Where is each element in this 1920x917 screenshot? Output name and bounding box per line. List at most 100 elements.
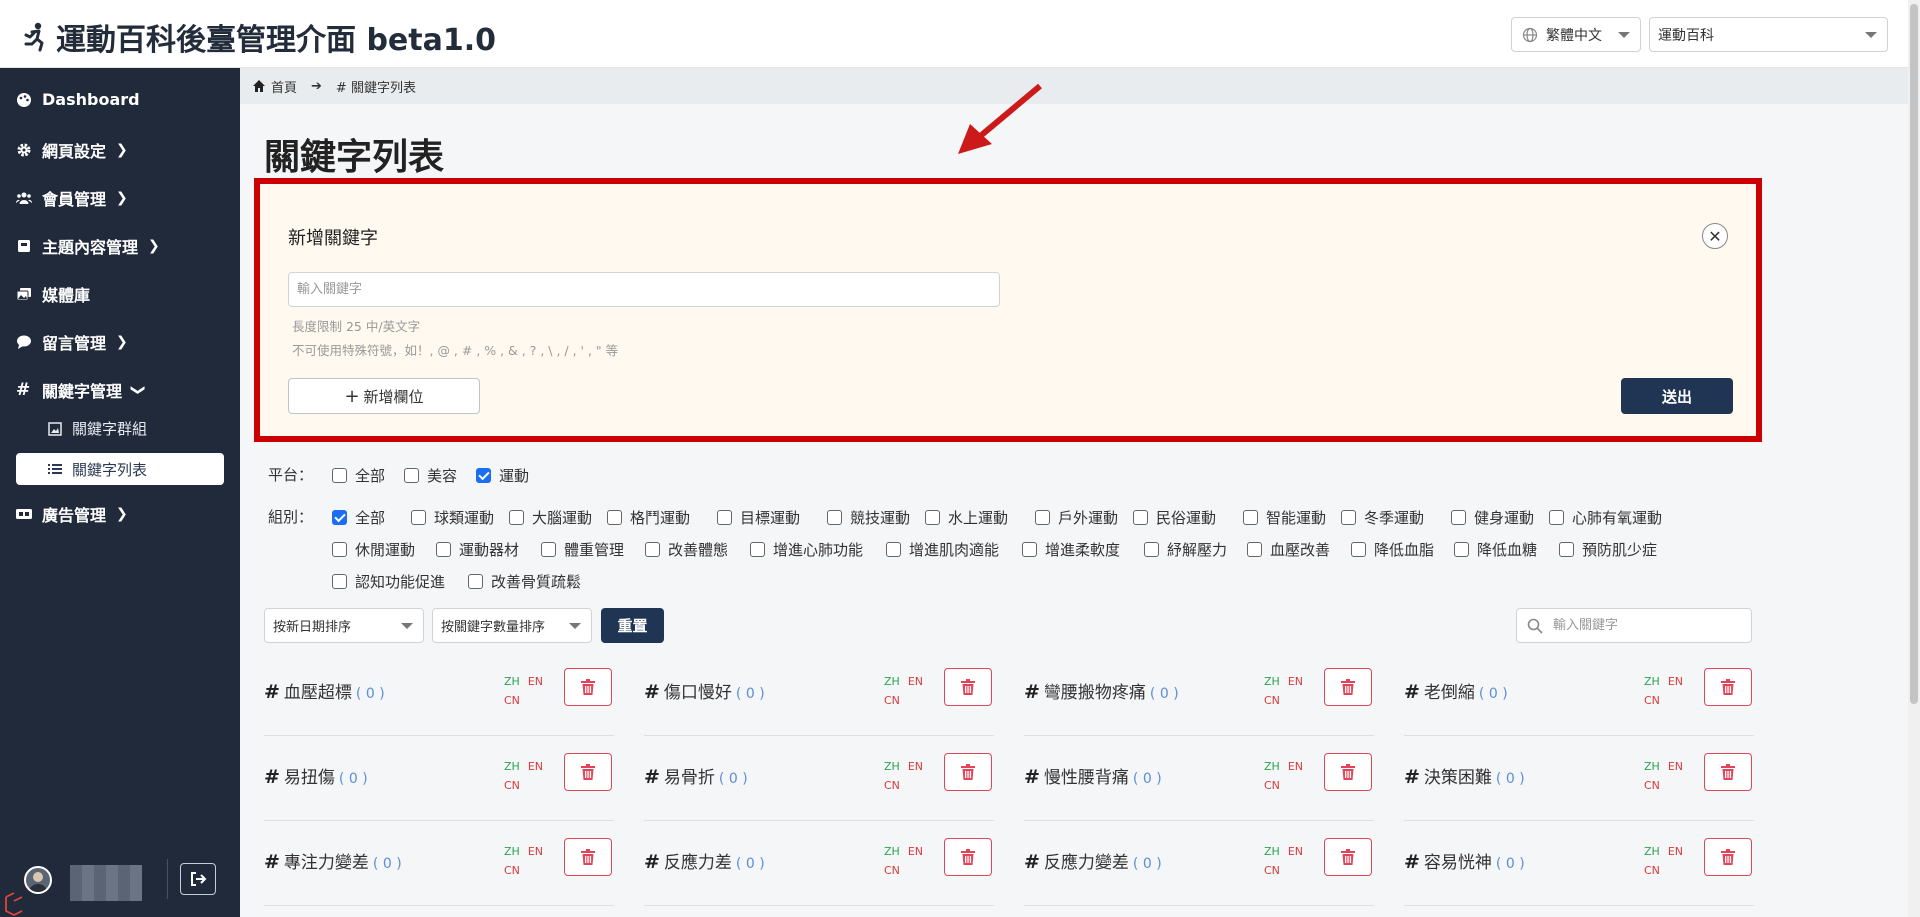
delete-button[interactable] bbox=[1704, 753, 1752, 791]
sidebar-item-ads[interactable]: 廣告管理 ❯ bbox=[16, 502, 128, 526]
checkbox[interactable] bbox=[827, 510, 842, 525]
group-checkbox[interactable]: 增進肌肉適能 bbox=[886, 539, 999, 560]
group-checkbox[interactable]: 體重管理 bbox=[541, 539, 624, 560]
lang-tag-zh[interactable]: ZH bbox=[504, 675, 520, 688]
delete-button[interactable] bbox=[944, 753, 992, 791]
lang-tag-en[interactable]: EN bbox=[528, 760, 543, 773]
breadcrumb-home[interactable]: 首頁 bbox=[271, 77, 297, 96]
group-checkbox[interactable]: 紓解壓力 bbox=[1144, 539, 1227, 560]
submit-button[interactable]: 送出 bbox=[1621, 378, 1733, 414]
close-button[interactable]: ✕ bbox=[1702, 223, 1728, 249]
group-checkbox[interactable]: 冬季運動 bbox=[1341, 507, 1424, 528]
checkbox[interactable] bbox=[332, 574, 347, 589]
keyword-name[interactable]: # 反應力變差( 0 ) bbox=[1024, 848, 1162, 873]
keyword-name[interactable]: # 易骨折( 0 ) bbox=[644, 763, 748, 788]
lang-tag-cn[interactable]: CN bbox=[504, 861, 556, 880]
checkbox[interactable] bbox=[332, 510, 347, 525]
group-checkbox[interactable]: 增進柔軟度 bbox=[1022, 539, 1120, 560]
keyword-name[interactable]: # 反應力差( 0 ) bbox=[644, 848, 765, 873]
group-checkbox[interactable]: 認知功能促進 bbox=[332, 571, 445, 592]
lang-tag-en[interactable]: EN bbox=[1288, 675, 1303, 688]
lang-tag-cn[interactable]: CN bbox=[1264, 776, 1316, 795]
checkbox[interactable] bbox=[1144, 542, 1159, 557]
checkbox[interactable] bbox=[332, 468, 347, 483]
sort-by-count-select[interactable]: 按關鍵字數量排序 bbox=[432, 608, 592, 643]
group-checkbox[interactable]: 降低血糖 bbox=[1454, 539, 1537, 560]
lang-tag-zh[interactable]: ZH bbox=[1644, 845, 1660, 858]
lang-tag-cn[interactable]: CN bbox=[504, 776, 556, 795]
delete-button[interactable] bbox=[564, 668, 612, 706]
group-checkbox[interactable]: 降低血脂 bbox=[1351, 539, 1434, 560]
sidebar-item-content[interactable]: 主題內容管理 ❯ bbox=[16, 234, 160, 258]
keyword-name[interactable]: # 老倒縮( 0 ) bbox=[1404, 678, 1508, 703]
group-checkbox[interactable]: 預防肌少症 bbox=[1559, 539, 1657, 560]
checkbox[interactable] bbox=[1247, 542, 1262, 557]
lang-tag-en[interactable]: EN bbox=[908, 675, 923, 688]
group-checkbox[interactable]: 改善骨質疏鬆 bbox=[468, 571, 581, 592]
lang-tag-en[interactable]: EN bbox=[528, 845, 543, 858]
group-checkbox[interactable]: 目標運動 bbox=[717, 507, 800, 528]
checkbox[interactable] bbox=[468, 574, 483, 589]
keyword-input[interactable] bbox=[288, 272, 1000, 307]
lang-tag-cn[interactable]: CN bbox=[1264, 691, 1316, 710]
group-checkbox[interactable]: 休閒運動 bbox=[332, 539, 415, 560]
group-checkbox[interactable]: 健身運動 bbox=[1451, 507, 1534, 528]
checkbox[interactable] bbox=[436, 542, 451, 557]
lang-tag-cn[interactable]: CN bbox=[884, 861, 936, 880]
lang-tag-zh[interactable]: ZH bbox=[504, 845, 520, 858]
group-checkbox[interactable]: 智能運動 bbox=[1243, 507, 1326, 528]
delete-button[interactable] bbox=[1704, 838, 1752, 876]
group-checkbox[interactable]: 大腦運動 bbox=[509, 507, 592, 528]
lang-tag-cn[interactable]: CN bbox=[1644, 776, 1696, 795]
lang-tag-en[interactable]: EN bbox=[1668, 760, 1683, 773]
checkbox[interactable] bbox=[476, 468, 491, 483]
delete-button[interactable] bbox=[944, 668, 992, 706]
sidebar-item-members[interactable]: 會員管理 ❯ bbox=[16, 186, 128, 210]
checkbox[interactable] bbox=[1243, 510, 1258, 525]
keyword-name[interactable]: # 傷口慢好( 0 ) bbox=[644, 678, 765, 703]
delete-button[interactable] bbox=[1324, 838, 1372, 876]
scrollbar-thumb[interactable] bbox=[1910, 4, 1918, 704]
group-checkbox[interactable]: 增進心肺功能 bbox=[750, 539, 863, 560]
lang-tag-zh[interactable]: ZH bbox=[1264, 760, 1280, 773]
delete-button[interactable] bbox=[564, 838, 612, 876]
keyword-name[interactable]: # 彎腰搬物疼痛( 0 ) bbox=[1024, 678, 1179, 703]
add-field-button[interactable]: + 新增欄位 bbox=[288, 378, 480, 414]
logout-button[interactable] bbox=[180, 863, 216, 895]
checkbox[interactable] bbox=[607, 510, 622, 525]
lang-tag-zh[interactable]: ZH bbox=[1644, 675, 1660, 688]
platform-checkbox[interactable]: 美容 bbox=[404, 465, 457, 486]
group-checkbox[interactable]: 競技運動 bbox=[827, 507, 910, 528]
group-checkbox[interactable]: 球類運動 bbox=[411, 507, 494, 528]
sidebar-item-media[interactable]: 媒體庫 bbox=[16, 282, 90, 306]
platform-checkbox[interactable]: 全部 bbox=[332, 465, 385, 486]
lang-tag-en[interactable]: EN bbox=[1288, 760, 1303, 773]
lang-tag-cn[interactable]: CN bbox=[1264, 861, 1316, 880]
lang-tag-zh[interactable]: ZH bbox=[884, 675, 900, 688]
checkbox[interactable] bbox=[1549, 510, 1564, 525]
search-input[interactable] bbox=[1553, 618, 1733, 633]
lang-tag-en[interactable]: EN bbox=[1288, 845, 1303, 858]
checkbox[interactable] bbox=[404, 468, 419, 483]
platform-checkbox[interactable]: 運動 bbox=[476, 465, 529, 486]
checkbox[interactable] bbox=[1451, 510, 1466, 525]
checkbox[interactable] bbox=[332, 542, 347, 557]
lang-tag-zh[interactable]: ZH bbox=[1644, 760, 1660, 773]
lang-tag-zh[interactable]: ZH bbox=[504, 760, 520, 773]
sidebar-item-web-settings[interactable]: 網頁設定 ❯ bbox=[16, 138, 128, 162]
lang-tag-en[interactable]: EN bbox=[528, 675, 543, 688]
lang-tag-cn[interactable]: CN bbox=[884, 691, 936, 710]
checkbox[interactable] bbox=[1341, 510, 1356, 525]
checkbox[interactable] bbox=[750, 542, 765, 557]
lang-tag-cn[interactable]: CN bbox=[884, 776, 936, 795]
sidebar-item-dashboard[interactable]: Dashboard bbox=[16, 90, 140, 109]
lang-tag-zh[interactable]: ZH bbox=[1264, 675, 1280, 688]
group-checkbox[interactable]: 血壓改善 bbox=[1247, 539, 1330, 560]
lang-tag-cn[interactable]: CN bbox=[504, 691, 556, 710]
checkbox[interactable] bbox=[645, 542, 660, 557]
group-checkbox[interactable]: 戶外運動 bbox=[1035, 507, 1118, 528]
checkbox[interactable] bbox=[509, 510, 524, 525]
lang-tag-en[interactable]: EN bbox=[1668, 675, 1683, 688]
delete-button[interactable] bbox=[1324, 668, 1372, 706]
group-checkbox[interactable]: 全部 bbox=[332, 507, 385, 528]
